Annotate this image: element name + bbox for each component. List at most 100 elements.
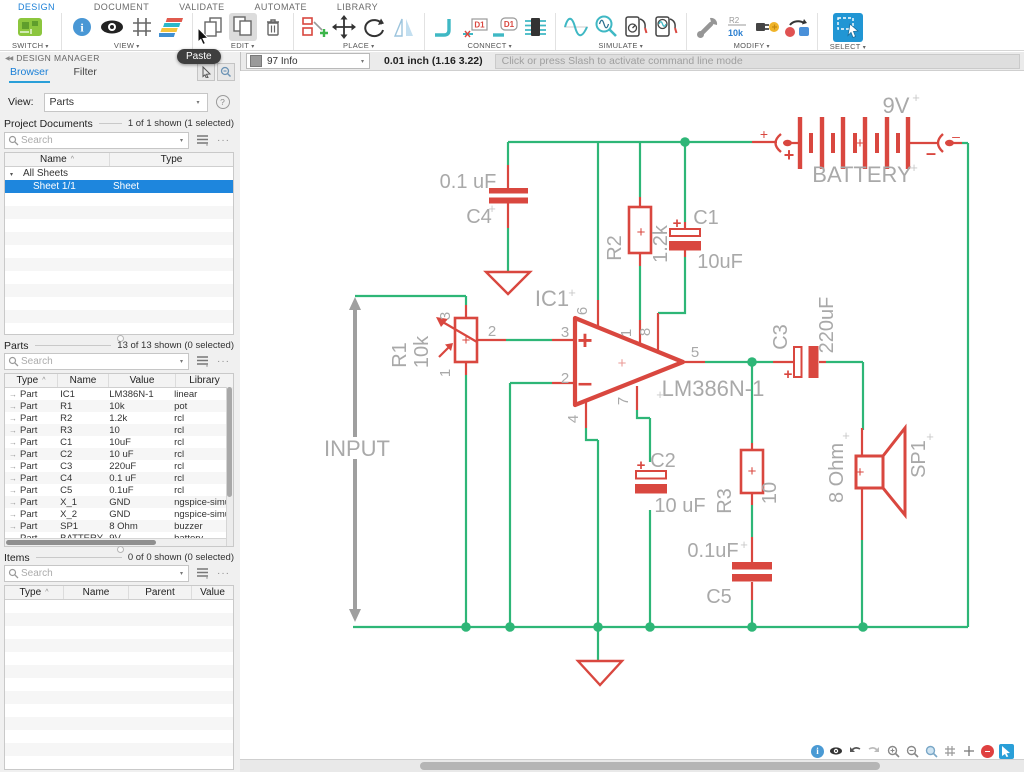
menu-tab-validate[interactable]: VALIDATE (179, 0, 224, 13)
value-icon[interactable]: R210k (723, 13, 751, 41)
tree-row-sheet[interactable]: Sheet 1/1 Sheet (5, 180, 233, 193)
parts-table-row[interactable]: →PartR110kpot (5, 400, 233, 412)
menu-tab-library[interactable]: LIBRARY (337, 0, 378, 13)
rotate-icon[interactable] (360, 13, 388, 41)
parts-table-row[interactable]: →PartX_1GNDngspice-simulatio (5, 496, 233, 508)
parts-table-row[interactable]: →PartX_2GNDngspice-simulatio (5, 508, 233, 520)
probe-icon[interactable] (592, 13, 620, 41)
info-icon[interactable]: i (68, 13, 96, 41)
documents-search[interactable]: ▾ (4, 132, 189, 149)
select-icon[interactable] (999, 744, 1014, 759)
layers-icon[interactable] (158, 13, 186, 41)
tab-browser[interactable]: Browser (9, 64, 50, 83)
parts-table-row[interactable]: →PartC3220uFrcl (5, 460, 233, 472)
canvas-horizontal-scrollbar[interactable] (240, 759, 1024, 772)
switch-board-icon[interactable] (16, 13, 44, 41)
schematic-components[interactable] (436, 117, 954, 685)
parts-horizontal-scrollbar[interactable] (5, 538, 226, 546)
list-options-icon[interactable] (196, 355, 210, 367)
redo-icon[interactable] (867, 744, 881, 758)
column-header-value[interactable]: Value (109, 374, 176, 387)
oscilloscope-icon[interactable] (652, 13, 680, 41)
wrench-icon[interactable] (693, 13, 721, 41)
dropdown-caret-icon: ▾ (178, 358, 185, 365)
schematic-label: 1.2k (650, 224, 672, 263)
remove-icon[interactable]: – (981, 745, 994, 758)
menu-bar: DESIGN DOCUMENT VALIDATE AUTOMATE LIBRAR… (0, 0, 1024, 13)
items-search[interactable]: ▾ (4, 565, 189, 582)
parts-table-row[interactable]: →PartSP18 Ohmbuzzer (5, 520, 233, 532)
sine-icon[interactable] (562, 13, 590, 41)
crosshair-icon[interactable] (962, 744, 976, 758)
parts-table-row[interactable]: →PartC50.1uFrcl (5, 484, 233, 496)
schematic-label: + (568, 285, 576, 300)
panel-zoom-button[interactable] (217, 63, 235, 81)
parts-table-row[interactable]: →PartR310rcl (5, 424, 233, 436)
items-search-input[interactable] (19, 567, 178, 580)
tree-row-all-sheets[interactable]: ▾ All Sheets (5, 167, 233, 180)
parts-table-row[interactable]: →PartC110uFrcl (5, 436, 233, 448)
help-icon[interactable]: ? (216, 95, 230, 109)
column-header-library[interactable]: Library (176, 374, 233, 387)
multimeter-icon[interactable] (622, 13, 650, 41)
parts-vertical-scrollbar[interactable] (226, 387, 233, 546)
zoom-out-icon[interactable] (905, 744, 919, 758)
column-header-name[interactable]: Name (64, 586, 129, 599)
net-label-icon[interactable]: D1 (461, 13, 489, 41)
more-options-icon[interactable]: ··· (217, 135, 230, 146)
parts-table-row[interactable]: →PartR21.2krcl (5, 412, 233, 424)
bus-label-icon[interactable]: D1 (491, 13, 519, 41)
schematic-label: + (784, 366, 793, 383)
column-header-name[interactable]: Name (58, 374, 109, 387)
grid-icon[interactable] (128, 13, 156, 41)
collapse-panel-icon[interactable]: ◀◀ (5, 55, 12, 62)
tree-expand-icon[interactable]: ▾ (10, 172, 13, 178)
view-label: View: (8, 96, 34, 108)
splice-out-icon[interactable] (783, 13, 811, 41)
move-icon[interactable] (330, 13, 358, 41)
info-icon[interactable]: i (811, 745, 824, 758)
column-header-type[interactable]: Type (110, 153, 233, 166)
column-header-type[interactable]: Type^ (5, 374, 58, 387)
column-header-value[interactable]: Value (192, 586, 233, 599)
panel-cursor-button[interactable] (197, 63, 215, 81)
list-options-icon[interactable] (196, 134, 210, 146)
parts-search[interactable]: ▾ (4, 353, 189, 370)
mirror-icon[interactable] (390, 13, 418, 41)
more-options-icon[interactable]: ··· (217, 568, 230, 579)
layer-select[interactable]: 97 Info ▾ (246, 53, 370, 69)
place-part-icon[interactable] (300, 13, 328, 41)
documents-search-input[interactable] (19, 134, 178, 147)
eye-icon[interactable] (829, 744, 843, 758)
menu-tab-document[interactable]: DOCUMENT (94, 0, 149, 13)
grid-icon[interactable] (943, 744, 957, 758)
schematic-label: – (578, 367, 592, 397)
more-options-icon[interactable]: ··· (217, 356, 230, 367)
view-dropdown[interactable]: Parts ▾ (44, 93, 208, 112)
splice-in-icon[interactable] (753, 13, 781, 41)
parts-table-row[interactable]: →PartIC1LM386N-1linear (5, 388, 233, 400)
wire-icon[interactable] (431, 13, 459, 41)
column-header-name[interactable]: Name^ (5, 153, 110, 166)
zoom-window-icon[interactable] (924, 744, 938, 758)
schematic-label: + (488, 201, 496, 216)
list-options-icon[interactable] (196, 567, 210, 579)
column-header-parent[interactable]: Parent (129, 586, 192, 599)
delete-icon[interactable] (259, 13, 287, 41)
ic-pins-icon[interactable] (521, 13, 549, 41)
eye-icon[interactable] (98, 13, 126, 41)
undo-icon[interactable] (848, 744, 862, 758)
schematic-canvas[interactable]: 9VBATTERY0.1 uFC4C110uFR21.2kIC1LM386N-1… (240, 71, 1024, 760)
select-icon[interactable] (833, 13, 863, 42)
column-header-type[interactable]: Type^ (5, 586, 64, 599)
secondary-bar: 97 Info ▾ 0.01 inch (1.16 3.22) (240, 52, 1024, 71)
menu-tab-automate[interactable]: AUTOMATE (255, 0, 307, 13)
parts-search-input[interactable] (19, 355, 178, 368)
command-line-input[interactable] (495, 54, 1020, 69)
scrollbar-thumb[interactable] (420, 762, 880, 770)
parts-table-row[interactable]: →PartC40.1 uFrcl (5, 472, 233, 484)
zoom-in-icon[interactable] (886, 744, 900, 758)
paste-icon[interactable] (229, 13, 257, 41)
tab-filter[interactable]: Filter (73, 64, 98, 83)
parts-table-row[interactable]: →PartC210 uFrcl (5, 448, 233, 460)
